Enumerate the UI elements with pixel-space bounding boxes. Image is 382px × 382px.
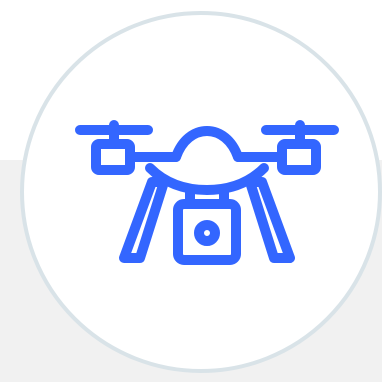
camera-box	[173, 199, 241, 265]
camera-lens	[194, 220, 220, 246]
icon-canvas	[0, 0, 382, 382]
left-landing-leg	[119, 177, 169, 263]
right-landing-leg	[245, 177, 295, 263]
drone-icon	[75, 120, 339, 265]
left-motor	[91, 139, 135, 175]
right-motor	[277, 139, 321, 175]
drone-body	[171, 126, 243, 162]
